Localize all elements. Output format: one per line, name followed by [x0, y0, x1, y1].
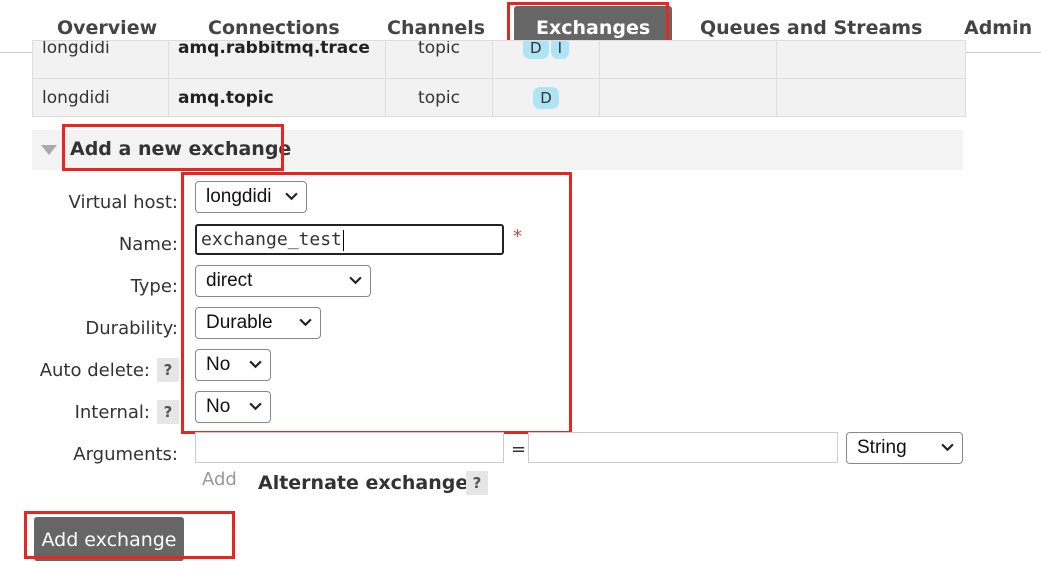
equals-sign: = — [511, 439, 527, 460]
exchange-name-input[interactable]: exchange_test — [195, 224, 504, 255]
alternate-exchange-link[interactable]: Alternate exchange — [258, 472, 468, 494]
message-rate-out-cell — [776, 78, 966, 117]
type-select[interactable]: direct — [195, 265, 371, 297]
table-row[interactable]: longdidi amq.rabbitmq.trace topic DI — [32, 40, 966, 79]
chevron-down-icon — [249, 402, 262, 411]
type-cell: topic — [385, 40, 493, 79]
auto-delete-label: Auto delete: — [39, 360, 150, 381]
feature-badge: D — [523, 41, 549, 59]
collapse-triangle-icon — [41, 145, 57, 155]
message-rate-in-cell — [599, 40, 777, 79]
section-title: Add a new exchange — [70, 138, 292, 160]
add-argument-link[interactable]: Add — [202, 469, 237, 490]
type-label: Type: — [130, 276, 178, 297]
required-asterisk: * — [513, 226, 522, 247]
exchange-name-link[interactable]: amq.rabbitmq.trace — [168, 40, 386, 79]
argument-key-input[interactable] — [195, 432, 504, 463]
arguments-label: Arguments: — [73, 444, 178, 465]
alternate-exchange-help-icon[interactable]: ? — [466, 471, 488, 495]
durability-select[interactable]: Durable — [195, 307, 321, 339]
exchanges-table: longdidi amq.rabbitmq.trace topic DI lon… — [32, 40, 966, 117]
exchange-name-link[interactable]: amq.topic — [168, 78, 386, 117]
durability-label: Durability: — [85, 318, 178, 339]
auto-delete-select[interactable]: No — [195, 349, 271, 381]
feature-badge: I — [550, 41, 569, 59]
argument-type-select[interactable]: String — [846, 432, 963, 464]
argument-value-input[interactable] — [528, 432, 838, 463]
internal-label: Internal: — [74, 402, 150, 423]
tab-admin[interactable]: Admin — [964, 0, 1032, 52]
virtual-host-label: Virtual host: — [68, 192, 178, 213]
features-cell: DI — [492, 40, 600, 79]
auto-delete-help-icon[interactable]: ? — [157, 358, 179, 382]
add-exchange-section-header[interactable]: Add a new exchange — [32, 130, 963, 170]
chevron-down-icon — [941, 443, 954, 452]
table-row[interactable]: longdidi amq.topic topic D — [32, 78, 966, 117]
feature-badge: D — [533, 86, 559, 109]
text-caret — [342, 229, 344, 251]
features-cell: D — [492, 78, 600, 117]
message-rate-in-cell — [599, 78, 777, 117]
vhost-cell: longdidi — [32, 40, 169, 79]
add-exchange-button[interactable]: Add exchange — [34, 517, 184, 561]
name-label: Name: — [118, 234, 178, 255]
vhost-cell: longdidi — [32, 78, 169, 117]
type-cell: topic — [385, 78, 493, 117]
chevron-down-icon — [249, 360, 262, 369]
virtual-host-select[interactable]: longdidi — [195, 181, 307, 213]
internal-help-icon[interactable]: ? — [157, 400, 179, 424]
internal-select[interactable]: No — [195, 391, 271, 423]
chevron-down-icon — [285, 192, 298, 201]
chevron-down-icon — [299, 318, 312, 327]
message-rate-out-cell — [776, 40, 966, 79]
chevron-down-icon — [349, 276, 362, 285]
